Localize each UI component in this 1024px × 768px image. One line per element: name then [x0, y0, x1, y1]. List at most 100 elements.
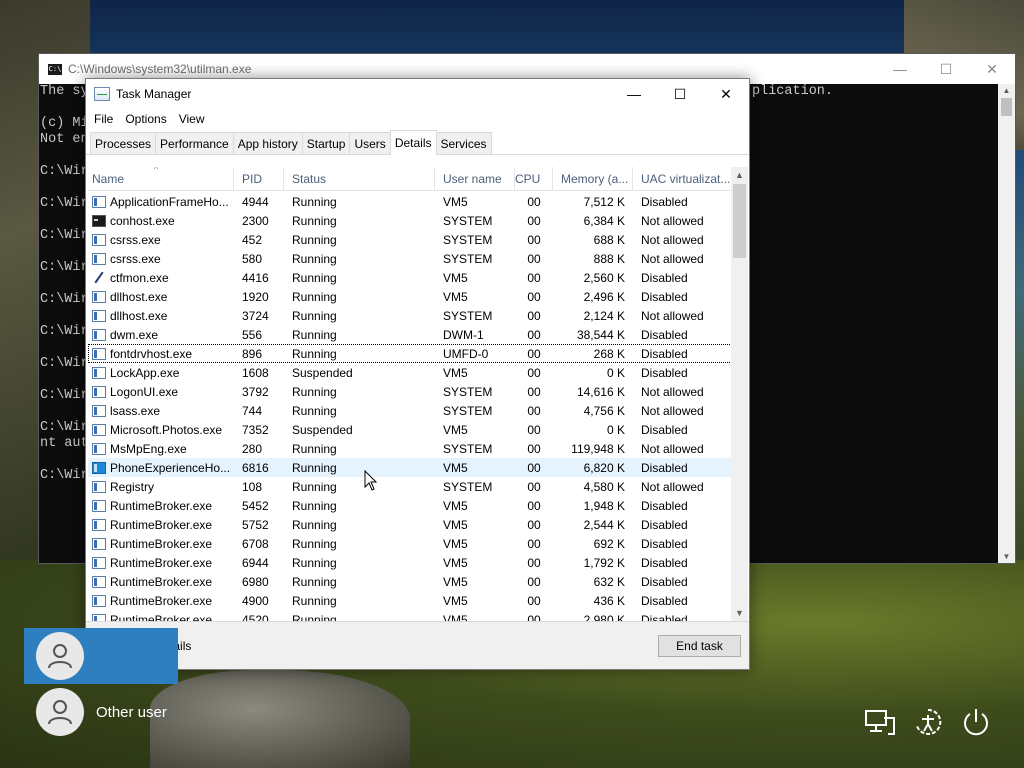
- table-row[interactable]: csrss.exe 452 Running SYSTEM 00 688 K Not allo…: [88, 230, 734, 249]
- console-line: C:\Wir: [40, 468, 89, 483]
- table-row[interactable]: RuntimeBroker.exe 5452 Running VM5 00 1,948 K…: [88, 496, 734, 515]
- table-row[interactable]: LockApp.exe 1608 Suspended VM5 00 0 K Disabled: [88, 363, 734, 382]
- column-header-6[interactable]: UAC virtualizat...: [633, 167, 734, 191]
- table-scrollbar[interactable]: ▲ ▼: [731, 167, 748, 621]
- accessibility-icon[interactable]: [912, 706, 944, 738]
- table-row[interactable]: conhost.exe 2300 Running SYSTEM 00 6,384 K Not…: [88, 211, 734, 230]
- network-icon[interactable]: [864, 706, 896, 738]
- cell-cpu: 00: [527, 555, 541, 570]
- process-name: RuntimeBroker.exe: [110, 574, 213, 589]
- tab-app-history[interactable]: App history: [232, 132, 303, 154]
- tab-startup[interactable]: Startup: [301, 132, 351, 154]
- console-scroll-down-icon[interactable]: ▼: [998, 552, 1015, 561]
- task-manager-window[interactable]: Task Manager — ☐ ✕ File Options View Proce…: [85, 78, 750, 670]
- console-minimize-button[interactable]: —: [877, 54, 923, 84]
- menu-view[interactable]: View: [173, 112, 211, 126]
- process-name: RuntimeBroker.exe: [110, 536, 213, 551]
- task-manager-titlebar[interactable]: Task Manager — ☐ ✕: [86, 79, 749, 109]
- cell-user: VM5: [443, 365, 468, 380]
- table-row[interactable]: RuntimeBroker.exe 6944 Running VM5 00 1,792 K…: [88, 553, 734, 572]
- console-maximize-button[interactable]: ☐: [923, 54, 969, 84]
- column-header-5[interactable]: Memory (a...: [553, 167, 633, 191]
- table-scroll-down-icon[interactable]: ▼: [731, 608, 748, 618]
- process-name: lsass.exe: [110, 403, 161, 418]
- cell-uac: Not allowed: [641, 479, 704, 494]
- cell-user: VM5: [443, 574, 468, 589]
- sort-ascending-icon: ^: [154, 167, 159, 174]
- table-row[interactable]: Microsoft.Photos.exe 7352 Suspended VM5 00 0 …: [88, 420, 734, 439]
- table-row[interactable]: MsMpEng.exe 280 Running SYSTEM 00 119,948 K No…: [88, 439, 734, 458]
- cell-cpu: 00: [527, 308, 541, 323]
- column-header-4[interactable]: CPU: [515, 167, 553, 191]
- maximize-button[interactable]: ☐: [657, 79, 703, 109]
- menu-options[interactable]: Options: [119, 112, 172, 126]
- table-row[interactable]: dllhost.exe 3724 Running SYSTEM 00 2,124 K Not…: [88, 306, 734, 325]
- table-scroll-up-icon[interactable]: ▲: [731, 170, 748, 180]
- process-name: dllhost.exe: [110, 308, 168, 323]
- menu-file[interactable]: File: [88, 112, 119, 126]
- cell-uac: Disabled: [641, 289, 688, 304]
- console-scrollbar[interactable]: ▲ ▼: [998, 84, 1015, 563]
- end-task-button[interactable]: End task: [658, 635, 741, 657]
- tab-processes[interactable]: Processes: [90, 132, 157, 154]
- cell-cpu: 00: [527, 574, 541, 589]
- mouse-cursor-icon: [364, 470, 378, 491]
- cell-mem: 2,560 K: [583, 270, 625, 285]
- table-row[interactable]: dwm.exe 556 Running DWM-1 00 38,544 K Disabled: [88, 325, 734, 344]
- table-row[interactable]: lsass.exe 744 Running SYSTEM 00 4,756 K Not al…: [88, 401, 734, 420]
- tab-users[interactable]: Users: [349, 132, 391, 154]
- column-header-2[interactable]: Status: [284, 167, 435, 191]
- cell-user: VM5: [443, 517, 468, 532]
- cell-cpu: 00: [527, 536, 541, 551]
- cell-user: VM5: [443, 460, 468, 475]
- table-row[interactable]: RuntimeBroker.exe 4900 Running VM5 00 436 K Di…: [88, 591, 734, 610]
- details-table[interactable]: Name ^ PID Status User name CPU Memory (a... UA…: [88, 167, 748, 621]
- process-name-cell: csrss.exe: [88, 252, 234, 266]
- table-row[interactable]: RuntimeBroker.exe 4520 Running VM5 00 2,980 K…: [88, 610, 734, 621]
- cell-status: Running: [292, 479, 337, 494]
- cell-uac: Disabled: [641, 612, 688, 622]
- table-row[interactable]: RuntimeBroker.exe 5752 Running VM5 00 2,544 K…: [88, 515, 734, 534]
- minimize-button[interactable]: —: [611, 79, 657, 109]
- table-row[interactable]: PhoneExperienceHo... 6816 Running VM5 00 6,82…: [88, 458, 734, 477]
- table-row[interactable]: ApplicationFrameHo... 4944 Running VM5 00 7,5…: [88, 192, 734, 211]
- console-close-button[interactable]: ✕: [969, 54, 1015, 84]
- tab-details[interactable]: Details: [389, 130, 437, 155]
- power-icon[interactable]: [960, 706, 992, 738]
- cell-user: SYSTEM: [443, 232, 493, 247]
- tab-performance[interactable]: Performance: [155, 132, 234, 154]
- table-row[interactable]: dllhost.exe 1920 Running VM5 00 2,496 K Disabl…: [88, 287, 734, 306]
- cell-cpu: 00: [527, 213, 541, 228]
- cell-cpu: 00: [527, 612, 541, 622]
- table-row[interactable]: Registry 108 Running SYSTEM 00 4,580 K Not all…: [88, 477, 734, 496]
- cell-mem: 1,792 K: [583, 555, 625, 570]
- table-row[interactable]: RuntimeBroker.exe 6708 Running VM5 00 692 K Di…: [88, 534, 734, 553]
- table-row[interactable]: LogonUI.exe 3792 Running SYSTEM 00 14,616 K No…: [88, 382, 734, 401]
- column-header-1[interactable]: PID: [234, 167, 284, 191]
- table-scroll-thumb[interactable]: [733, 184, 746, 258]
- cell-cpu: 00: [527, 327, 541, 342]
- cell-user: SYSTEM: [443, 403, 493, 418]
- table-row[interactable]: csrss.exe 580 Running SYSTEM 00 888 K Not allo…: [88, 249, 734, 268]
- column-header-3[interactable]: User name: [435, 167, 515, 191]
- cell-mem: 2,544 K: [583, 517, 625, 532]
- column-header-0[interactable]: Name ^: [88, 167, 234, 191]
- console-line: nt aut: [40, 436, 89, 451]
- table-row[interactable]: ctfmon.exe 4416 Running VM5 00 2,560 K Disable…: [88, 268, 734, 287]
- process-name: Registry: [110, 479, 155, 494]
- table-row[interactable]: RuntimeBroker.exe 6980 Running VM5 00 632 K Di…: [88, 572, 734, 591]
- other-user-avatar-icon[interactable]: [36, 688, 84, 736]
- cell-user: SYSTEM: [443, 441, 493, 456]
- cell-uac: Disabled: [641, 365, 688, 380]
- console-scroll-thumb[interactable]: [1001, 98, 1012, 116]
- cell-uac: Disabled: [641, 498, 688, 513]
- other-user-label[interactable]: Other user: [96, 704, 167, 721]
- cell-user: VM5: [443, 593, 468, 608]
- table-body[interactable]: ApplicationFrameHo... 4944 Running VM5 00 7,5…: [88, 192, 734, 621]
- table-row[interactable]: fontdrvhost.exe 896 Running UMFD-0 00 268 K Di…: [88, 344, 734, 363]
- tab-services[interactable]: Services: [435, 132, 492, 154]
- close-button[interactable]: ✕: [703, 79, 749, 109]
- cell-mem: 38,544 K: [576, 327, 625, 342]
- console-scroll-up-icon[interactable]: ▲: [998, 86, 1015, 95]
- user-avatar-icon[interactable]: [36, 632, 84, 680]
